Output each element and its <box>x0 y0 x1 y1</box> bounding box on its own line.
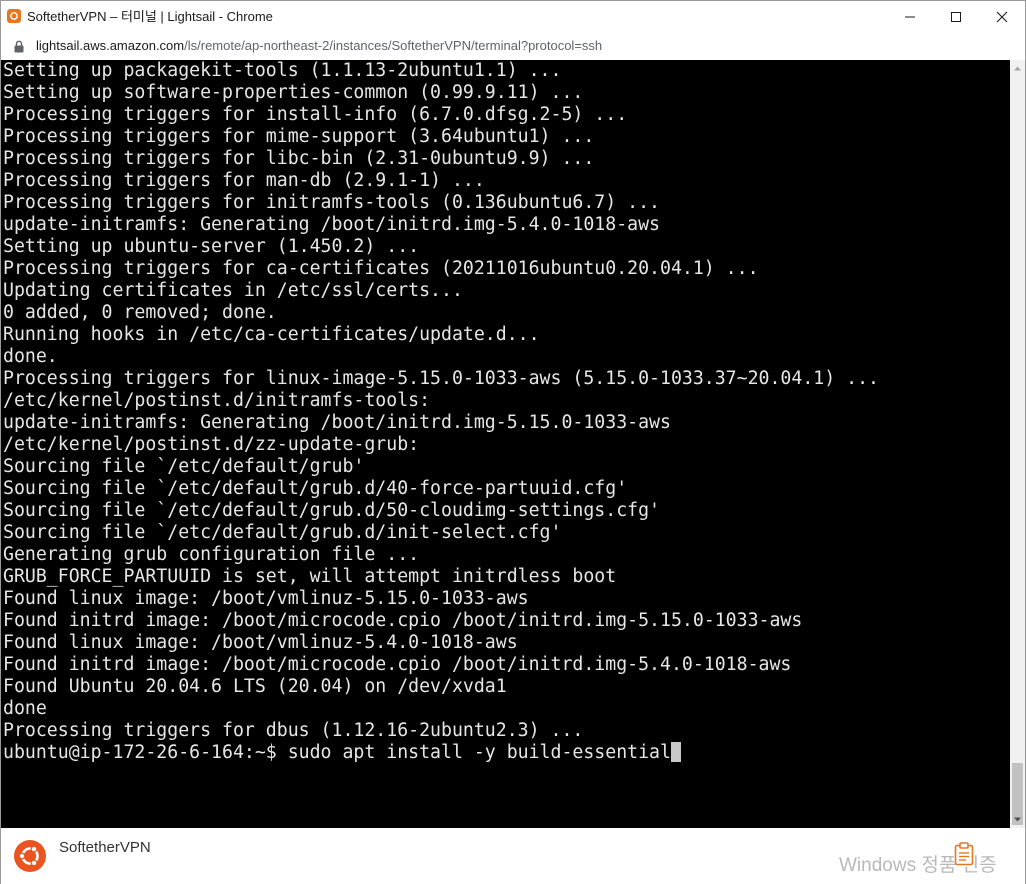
terminal-line: Sourcing file `/etc/default/grub' <box>3 456 365 477</box>
terminal-line: Running hooks in /etc/ca-certificates/up… <box>3 324 540 345</box>
terminal-line: /etc/kernel/postinst.d/initramfs-tools: <box>3 390 431 411</box>
terminal-line: Found initrd image: /boot/microcode.cpio… <box>3 610 803 631</box>
terminal-scrollbar[interactable] <box>1010 60 1025 828</box>
terminal-line: Processing triggers for man-db (2.9.1-1)… <box>3 170 485 191</box>
instance-name: SoftetherVPN <box>59 839 151 856</box>
terminal-line: Updating certificates in /etc/ssl/certs.… <box>3 280 463 301</box>
terminal-line: done. <box>3 346 58 367</box>
bottom-bar: SoftetherVPN Windows 정품 인증 <box>1 828 1025 884</box>
terminal-line: Processing triggers for install-info (6.… <box>3 104 628 125</box>
close-icon <box>996 11 1008 23</box>
terminal-line: Found linux image: /boot/vmlinuz-5.15.0-… <box>3 588 529 609</box>
terminal-line: Sourcing file `/etc/default/grub.d/init-… <box>3 522 562 543</box>
terminal-line: update-initramfs: Generating /boot/initr… <box>3 412 671 433</box>
terminal-line: Processing triggers for linux-image-5.15… <box>3 368 879 389</box>
url-host: lightsail.aws.amazon.com <box>36 38 185 53</box>
terminal-line: Sourcing file `/etc/default/grub.d/50-cl… <box>3 500 660 521</box>
scroll-up-arrow-icon[interactable] <box>1013 64 1022 73</box>
scroll-down-arrow-icon[interactable] <box>1013 815 1022 824</box>
lock-icon[interactable] <box>13 40 25 53</box>
terminal-line: Setting up ubuntu-server (1.450.2) ... <box>3 236 420 257</box>
terminal-line: Processing triggers for ca-certificates … <box>3 258 759 279</box>
maximize-icon <box>951 12 961 22</box>
terminal-line: /etc/kernel/postinst.d/zz-update-grub: <box>3 434 420 455</box>
terminal-line: 0 added, 0 removed; done. <box>3 302 277 323</box>
terminal-cursor <box>670 742 681 762</box>
terminal-line: Found linux image: /boot/vmlinuz-5.4.0-1… <box>3 632 518 653</box>
minimize-button[interactable] <box>887 1 933 33</box>
address-bar[interactable]: lightsail.aws.amazon.com/ls/remote/ap-no… <box>1 33 1025 59</box>
maximize-button[interactable] <box>933 1 979 33</box>
terminal-prompt: ubuntu@ip-172-26-6-164:~$ sudo apt insta… <box>3 742 671 763</box>
terminal-line: Found Ubuntu 20.04.6 LTS (20.04) on /dev… <box>3 676 507 697</box>
terminal-line: GRUB_FORCE_PARTUUID is set, will attempt… <box>3 566 617 587</box>
url-text[interactable]: lightsail.aws.amazon.com/ls/remote/ap-no… <box>36 38 602 54</box>
clipboard-icon[interactable] <box>954 842 974 866</box>
terminal-line: Setting up software-properties-common (0… <box>3 82 584 103</box>
terminal-line: done <box>3 698 47 719</box>
terminal-line: Sourcing file `/etc/default/grub.d/40-fo… <box>3 478 628 499</box>
title-bar[interactable]: SoftetherVPN – 터미널 | Lightsail - Chrome <box>1 1 1025 33</box>
url-path: /ls/remote/ap-northeast-2/instances/Soft… <box>184 38 603 53</box>
terminal-line: Processing triggers for mime-support (3.… <box>3 126 595 147</box>
ubuntu-logo-icon <box>14 840 46 872</box>
terminal-prompt-line[interactable]: ubuntu@ip-172-26-6-164:~$ sudo apt insta… <box>3 742 879 764</box>
terminal-output[interactable]: Setting up packagekit-tools (1.1.13-2ubu… <box>1 60 1010 828</box>
terminal-line: Processing triggers for libc-bin (2.31-0… <box>3 148 595 169</box>
close-button[interactable] <box>979 1 1025 33</box>
terminal-line: Generating grub configuration file ... <box>3 544 420 565</box>
terminal-line: Processing triggers for initramfs-tools … <box>3 192 660 213</box>
terminal-line: Found initrd image: /boot/microcode.cpio… <box>3 654 792 675</box>
terminal-line: update-initramfs: Generating /boot/initr… <box>3 214 660 235</box>
minimize-icon <box>905 16 915 18</box>
terminal-line: Setting up packagekit-tools (1.1.13-2ubu… <box>3 60 562 81</box>
browser-window: SoftetherVPN – 터미널 | Lightsail - Chrome … <box>0 0 1026 884</box>
lightsail-app-icon <box>7 9 21 23</box>
window-title: SoftetherVPN – 터미널 | Lightsail - Chrome <box>27 9 273 24</box>
terminal-line: Processing triggers for dbus (1.12.16-2u… <box>3 720 584 741</box>
terminal-lines: Setting up packagekit-tools (1.1.13-2ubu… <box>3 60 879 764</box>
